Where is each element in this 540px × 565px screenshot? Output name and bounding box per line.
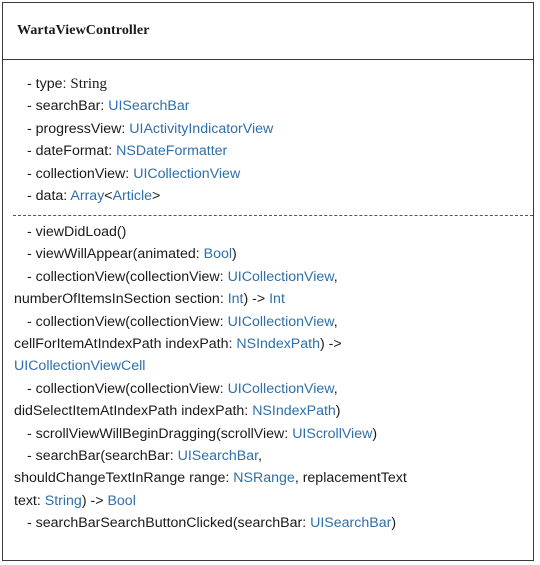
method-type: Int — [227, 291, 244, 308]
method-type: UICollectionView — [227, 313, 334, 330]
attribute-type-name: String — [70, 76, 108, 92]
attribute-type-name: UIActivityIndicatorView — [129, 120, 274, 137]
method-type: UIScrollView — [292, 425, 373, 442]
method-text: - collectionView(collectionView: — [27, 380, 228, 397]
method-text: ) -> — [243, 291, 270, 308]
method-cellforitem-return: UICollectionViewCell — [14, 355, 529, 377]
method-text: numberOfItemsInSection section: — [14, 291, 228, 308]
attribute-type-name: Array — [70, 188, 105, 205]
method-type: UISearchBar — [310, 515, 392, 532]
method-text: - searchBarSearchButtonClicked(searchBar… — [27, 515, 311, 532]
attribute-prefix: - type: — [27, 76, 71, 92]
method-numberofitems-cont: numberOfItemsInSection section: Int) -> … — [14, 288, 529, 310]
method-searchbuttonclicked: - searchBarSearchButtonClicked(searchBar… — [27, 512, 529, 534]
method-text: ) — [232, 246, 237, 263]
method-text: - collectionView(collectionView: — [27, 268, 228, 285]
attribute-prefix: - collectionView: — [27, 165, 134, 182]
attribute-type-name: NSDateFormatter — [116, 143, 228, 160]
method-text: , — [258, 448, 262, 465]
method-type: UICollectionView — [227, 380, 334, 397]
method-type: Int — [269, 291, 285, 308]
method-text: cellForItemAtIndexPath indexPath: — [14, 336, 237, 353]
method-text: ) -> — [320, 336, 342, 353]
method-text: ) — [372, 425, 378, 442]
generic-open: < — [104, 188, 113, 205]
generic-close: > — [152, 188, 161, 205]
method-text: - scrollViewWillBeginDragging(scrollView… — [27, 425, 293, 442]
method-text: ) — [391, 515, 397, 532]
method-text: , replacementText — [294, 470, 407, 487]
method-shouldchangetext-return: text: String) -> Bool — [14, 490, 529, 512]
method-type: UICollectionView — [227, 268, 334, 285]
method-text: - viewDidLoad() — [27, 224, 127, 240]
method-text: - searchBar(searchBar: — [27, 448, 178, 465]
method-viewwillappear: - viewWillAppear(animated: Bool) — [27, 243, 529, 265]
attributes-section: - type: String - searchBar: UISearchBar … — [3, 60, 533, 215]
attribute-prefix: - dateFormat: — [27, 143, 117, 160]
method-text: - collectionView(collectionView: — [27, 313, 228, 330]
method-text: ) — [335, 403, 341, 420]
method-scrollviewwillbegindragging: - scrollViewWillBeginDragging(scrollView… — [27, 423, 529, 445]
method-type: NSIndexPath — [236, 336, 320, 353]
method-text: - viewWillAppear(animated: — [27, 246, 204, 263]
attribute-collectionview: - collectionView: UICollectionView — [27, 163, 533, 185]
class-header: WartaViewController — [3, 3, 533, 60]
method-type: NSRange — [233, 470, 295, 487]
method-type: UICollectionViewCell — [14, 358, 146, 375]
method-cellforitem: - collectionView(collectionView: UIColle… — [27, 311, 529, 333]
method-type: Bool — [107, 492, 136, 509]
attribute-prefix: - searchBar: — [27, 98, 109, 115]
method-text: ) -> — [81, 492, 108, 509]
method-didselectitem: - collectionView(collectionView: UIColle… — [27, 378, 529, 400]
attribute-progressview: - progressView: UIActivityIndicatorView — [27, 118, 533, 140]
attribute-dateformat: - dateFormat: NSDateFormatter — [27, 140, 533, 162]
generic-inner-type: Article — [112, 188, 153, 205]
method-type: NSIndexPath — [252, 403, 336, 420]
method-didselectitem-cont: didSelectItemAtIndexPath indexPath: NSIn… — [14, 400, 529, 422]
methods-section: - viewDidLoad() - viewWillAppear(animate… — [14, 221, 529, 535]
method-text: shouldChangeTextInRange range: — [14, 470, 234, 487]
method-text: didSelectItemAtIndexPath indexPath: — [14, 403, 253, 420]
method-cellforitem-cont: cellForItemAtIndexPath indexPath: NSInde… — [14, 333, 529, 355]
method-text: , — [333, 313, 338, 330]
method-type: UISearchBar — [177, 448, 259, 465]
attribute-type-name: UISearchBar — [108, 98, 190, 115]
method-shouldchangetext-cont: shouldChangeTextInRange range: NSRange, … — [14, 467, 529, 489]
attribute-type: - type: String — [27, 73, 533, 95]
method-text: , — [333, 380, 338, 397]
attribute-prefix: - progressView: — [27, 120, 130, 137]
method-viewdidload: - viewDidLoad() — [27, 221, 529, 243]
uml-class-box: WartaViewController - type: String - sea… — [2, 2, 534, 561]
attribute-type-name: UICollectionView — [133, 165, 241, 182]
attribute-prefix: - data: — [27, 188, 71, 205]
method-type: Bool — [203, 246, 233, 263]
method-text: , — [333, 268, 338, 285]
method-numberofitems: - collectionView(collectionView: UIColle… — [27, 266, 529, 288]
attribute-data: - data: Array<Article> — [27, 185, 533, 207]
section-divider — [13, 215, 533, 216]
method-type: String — [44, 492, 82, 509]
method-shouldchangetext: - searchBar(searchBar: UISearchBar, — [27, 445, 529, 467]
attribute-searchbar: - searchBar: UISearchBar — [27, 95, 533, 117]
class-name: WartaViewController — [17, 23, 150, 38]
method-text: text: — [14, 492, 45, 509]
